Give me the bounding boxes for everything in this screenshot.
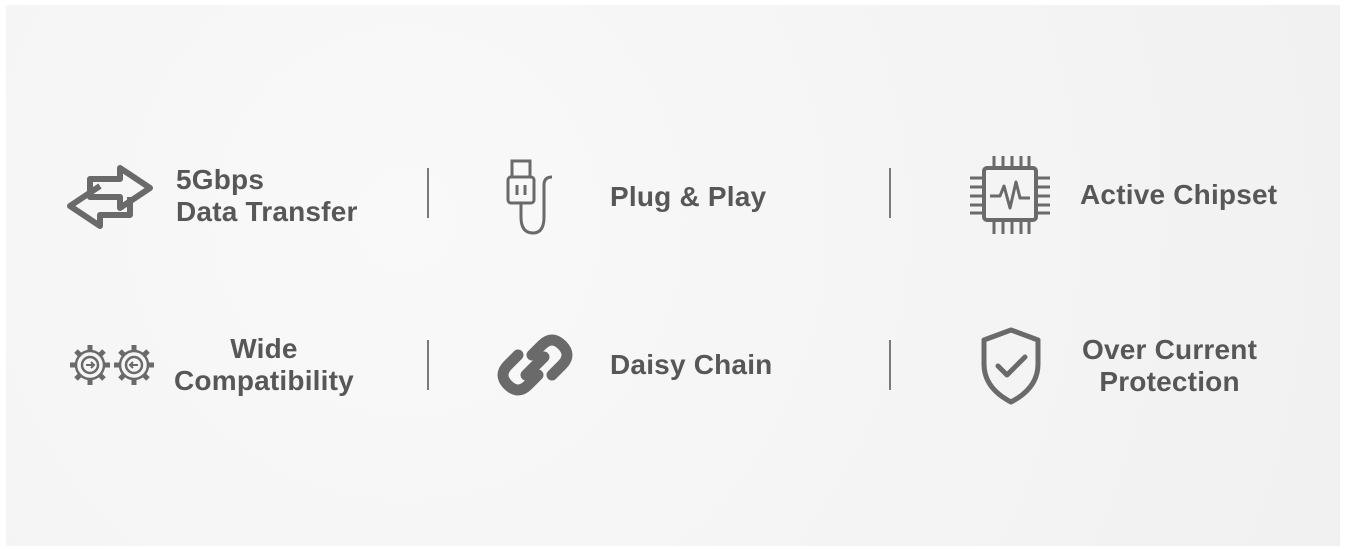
chipset-icon bbox=[966, 152, 1054, 238]
shield-check-icon bbox=[976, 324, 1046, 408]
feature-line: Daisy Chain bbox=[610, 349, 773, 380]
features-panel bbox=[6, 5, 1340, 546]
feature-line: Active Chipset bbox=[1080, 179, 1278, 210]
gears-icon bbox=[66, 330, 158, 400]
chain-link-icon bbox=[496, 325, 574, 405]
feature-daisy-chain: Daisy Chain bbox=[496, 325, 772, 405]
divider bbox=[427, 340, 429, 390]
usb-cable-icon bbox=[500, 155, 570, 239]
feature-line: 5Gbps bbox=[176, 164, 265, 195]
feature-label: Active Chipset bbox=[1080, 179, 1277, 211]
divider bbox=[889, 168, 891, 218]
feature-over-current-protection: Over Current Protection bbox=[976, 324, 1257, 408]
feature-label: Daisy Chain bbox=[610, 349, 772, 381]
feature-line: Plug & Play bbox=[610, 181, 767, 212]
feature-wide-compatibility: Wide Compatibility bbox=[66, 330, 354, 400]
divider bbox=[427, 168, 429, 218]
feature-label: Plug & Play bbox=[610, 181, 766, 213]
divider bbox=[889, 340, 891, 390]
feature-line: Data Transfer bbox=[176, 196, 358, 227]
feature-label: Wide Compatibility bbox=[174, 333, 354, 397]
feature-data-transfer: 5Gbps Data Transfer bbox=[62, 160, 358, 232]
feature-label: 5Gbps Data Transfer bbox=[176, 164, 358, 228]
feature-plug-and-play: Plug & Play bbox=[500, 155, 766, 239]
feature-line: Over Current bbox=[1082, 334, 1258, 365]
feature-active-chipset: Active Chipset bbox=[966, 152, 1277, 238]
feature-line: Wide bbox=[230, 333, 298, 364]
feature-line: Compatibility bbox=[174, 365, 354, 396]
bidirectional-arrows-icon bbox=[62, 160, 158, 232]
feature-label: Over Current Protection bbox=[1082, 334, 1257, 398]
feature-line: Protection bbox=[1099, 366, 1240, 397]
